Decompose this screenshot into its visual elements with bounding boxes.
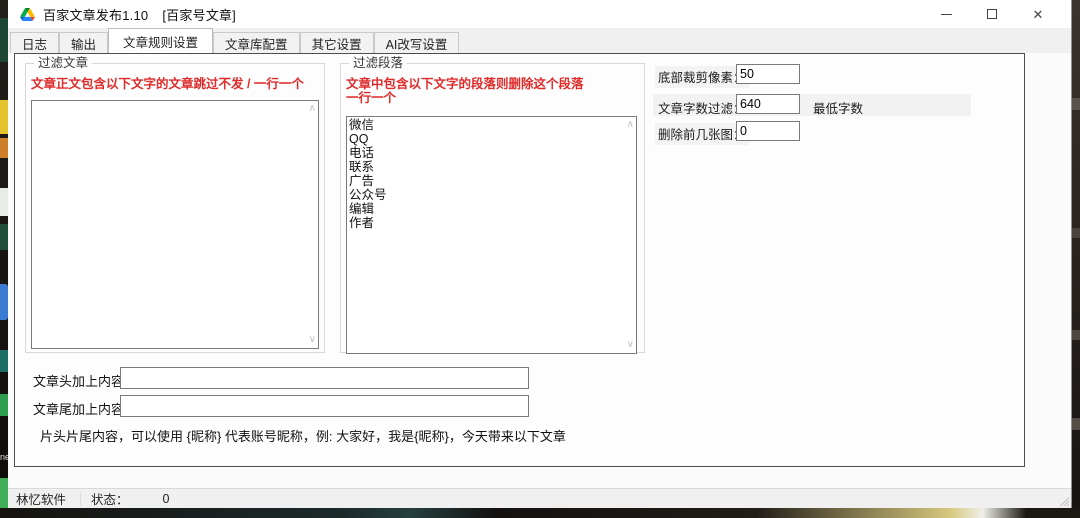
resize-grip-icon[interactable]	[1059, 496, 1069, 506]
maximize-icon	[987, 9, 997, 19]
tab-article-rules[interactable]: 文章规则设置	[108, 28, 213, 53]
tab-label: 文章规则设置	[123, 32, 198, 51]
tab-label: 其它设置	[312, 34, 362, 53]
tab-label: AI改写设置	[386, 34, 448, 53]
desktop-icon-fragment	[0, 394, 8, 416]
filter-article-instruction: 文章正文包含以下文字的文章跳过不发 / 一行一个	[31, 77, 304, 91]
remove-first-images-label: 删除前几张图：	[655, 123, 749, 145]
tab-other-settings[interactable]: 其它设置	[300, 32, 374, 53]
filter-paragraph-instruction-line1: 文章中包含以下文字的段落则删除这个段落	[346, 77, 584, 91]
filter-article-textarea-wrap: ∧ ∨	[31, 100, 319, 349]
tab-ai-rewrite[interactable]: AI改写设置	[374, 32, 460, 53]
filter-article-textarea[interactable]	[32, 101, 318, 348]
word-filter-input[interactable]	[736, 94, 800, 114]
tab-strip: 日志 输出 文章规则设置 文章库配置 其它设置 AI改写设置	[8, 28, 1071, 53]
app-icon	[20, 8, 35, 21]
tab-article-library[interactable]: 文章库配置	[213, 32, 300, 53]
filter-paragraph-instruction-line2: 一行一个	[346, 91, 396, 105]
article-tail-input[interactable]	[120, 395, 529, 417]
statusbar-status-value: 0	[137, 492, 170, 506]
groupbox-filter-paragraph: 过滤段落 文章中包含以下文字的段落则删除这个段落 一行一个 微信 QQ 电话 联…	[340, 63, 645, 353]
desktop-icon-fragment	[1072, 418, 1080, 430]
desktop-icon-fragment	[0, 224, 8, 250]
desktop-edge-right	[1072, 0, 1080, 518]
tab-log[interactable]: 日志	[10, 32, 59, 53]
desktop-icon-fragment: ne	[0, 450, 8, 464]
desktop-icon-fragment	[0, 138, 8, 158]
minimize-button[interactable]	[923, 0, 969, 28]
status-bar: 林忆软件 状态： 0	[8, 488, 1071, 508]
article-head-input[interactable]	[120, 367, 529, 389]
filter-paragraph-textarea-wrap: 微信 QQ 电话 联系 广告 公众号 编辑 作者 ∧ ∨	[346, 116, 637, 354]
app-window: 百家文章发布1.10 [百家号文章] ✕ 日志 输出 文章规则设置 文章库配置 …	[8, 0, 1072, 508]
desktop-icon-fragment	[0, 18, 8, 62]
maximize-button[interactable]	[969, 0, 1015, 28]
desktop-icon-fragment	[0, 188, 8, 216]
scroll-down-icon[interactable]: ∨	[309, 335, 316, 345]
tab-output[interactable]: 输出	[59, 32, 108, 53]
groupbox-title: 过滤段落	[349, 56, 407, 71]
desktop-icon-fragment	[0, 350, 8, 372]
desktop-icon-fragment	[0, 284, 8, 320]
caption-buttons: ✕	[923, 0, 1061, 28]
window-subtitle: [百家号文章]	[162, 5, 236, 24]
filter-paragraph-textarea[interactable]: 微信 QQ 电话 联系 广告 公众号 编辑 作者	[347, 117, 636, 353]
desktop-icon-fragment	[0, 478, 8, 508]
tab-label: 日志	[22, 34, 47, 53]
minimize-icon	[941, 14, 952, 15]
groupbox-filter-article: 过滤文章 文章正文包含以下文字的文章跳过不发 / 一行一个 ∧ ∨	[25, 63, 325, 353]
desktop-icon-fragment	[1072, 228, 1080, 238]
scroll-up-icon[interactable]: ∧	[309, 104, 316, 114]
tab-label: 文章库配置	[225, 34, 288, 53]
bottom-crop-input[interactable]	[736, 64, 800, 84]
titlebar: 百家文章发布1.10 [百家号文章] ✕	[8, 0, 1071, 28]
desktop-edge-bottom	[0, 508, 1080, 518]
tab-label: 输出	[71, 34, 96, 53]
bottom-crop-label: 底部裁剪像素：	[655, 66, 749, 88]
desktop-edge-left: ne	[0, 0, 8, 518]
scroll-up-icon[interactable]: ∧	[627, 120, 634, 130]
statusbar-status-label: 状态：	[81, 489, 137, 508]
desktop-icon-fragment	[1072, 330, 1080, 340]
word-filter-suffix: 最低字数	[810, 97, 866, 119]
article-rules-panel: 过滤文章 文章正文包含以下文字的文章跳过不发 / 一行一个 ∧ ∨ 过滤段落 文…	[14, 53, 1025, 467]
desktop-icon-fragment	[1072, 98, 1080, 110]
word-filter-label: 文章字数过滤：	[655, 97, 749, 119]
groupbox-title: 过滤文章	[34, 56, 92, 71]
append-hint: 片头片尾内容，可以使用 {昵称} 代表账号昵称，例: 大家好，我是{昵称}，今天…	[40, 426, 566, 445]
scroll-down-icon[interactable]: ∨	[627, 340, 634, 350]
close-icon: ✕	[1033, 8, 1044, 21]
window-title: 百家文章发布1.10	[43, 5, 148, 24]
close-button[interactable]: ✕	[1015, 0, 1061, 28]
desktop-icon-fragment	[0, 100, 8, 134]
remove-first-images-input[interactable]	[736, 121, 800, 141]
statusbar-brand: 林忆软件	[8, 489, 80, 508]
